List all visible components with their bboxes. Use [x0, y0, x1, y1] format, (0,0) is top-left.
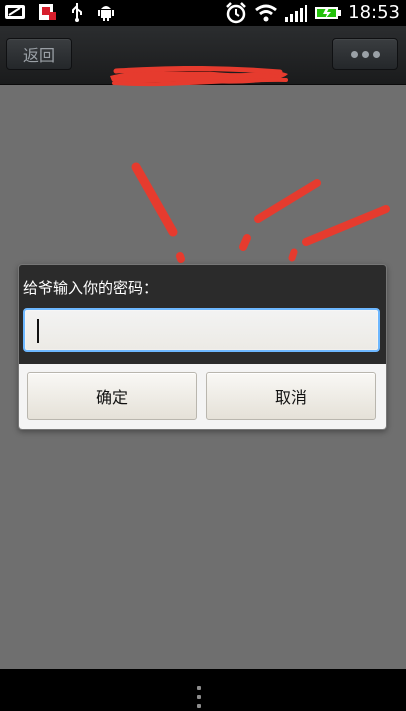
- redacted-title: [110, 66, 288, 87]
- confirm-button[interactable]: 确定: [27, 372, 197, 420]
- confirm-button-label: 确定: [95, 390, 128, 407]
- menu-dot-icon: [197, 686, 201, 690]
- text-cursor: [37, 319, 39, 343]
- menu-dot-icon: [197, 704, 201, 708]
- title-bar: 返回: [0, 26, 406, 87]
- signal-icon: [284, 3, 308, 23]
- status-left-icons: [4, 2, 116, 22]
- menu-dot-icon: [197, 695, 201, 699]
- more-dot-icon: [361, 50, 369, 58]
- status-time: 18:53: [348, 2, 400, 23]
- back-button[interactable]: 返回: [6, 38, 72, 70]
- usb-icon: [68, 2, 86, 22]
- password-dialog: 给爷输入你的密码： 确定 取消: [18, 264, 387, 430]
- dialog-title: 给爷输入你的密码：: [23, 279, 159, 297]
- password-input[interactable]: [23, 308, 380, 352]
- android-icon: [96, 2, 116, 22]
- status-right-icons: 18:53: [224, 1, 400, 25]
- cancel-button-label: 取消: [274, 390, 307, 407]
- alarm-icon: [224, 2, 248, 24]
- bottom-navigation-bar: [0, 669, 406, 711]
- back-button-label: 返回: [22, 48, 55, 65]
- status-bar: 18:53: [0, 0, 406, 26]
- dialog-button-area: 确定 取消: [19, 364, 386, 429]
- more-button[interactable]: [332, 38, 398, 70]
- battery-saver-icon: [4, 3, 28, 21]
- notification-icon: [38, 2, 58, 22]
- battery-icon: [314, 4, 342, 22]
- wifi-icon: [254, 3, 278, 23]
- cancel-button[interactable]: 取消: [206, 372, 376, 420]
- more-dot-icon: [372, 50, 380, 58]
- more-dot-icon: [350, 50, 358, 58]
- menu-icon[interactable]: [197, 686, 201, 708]
